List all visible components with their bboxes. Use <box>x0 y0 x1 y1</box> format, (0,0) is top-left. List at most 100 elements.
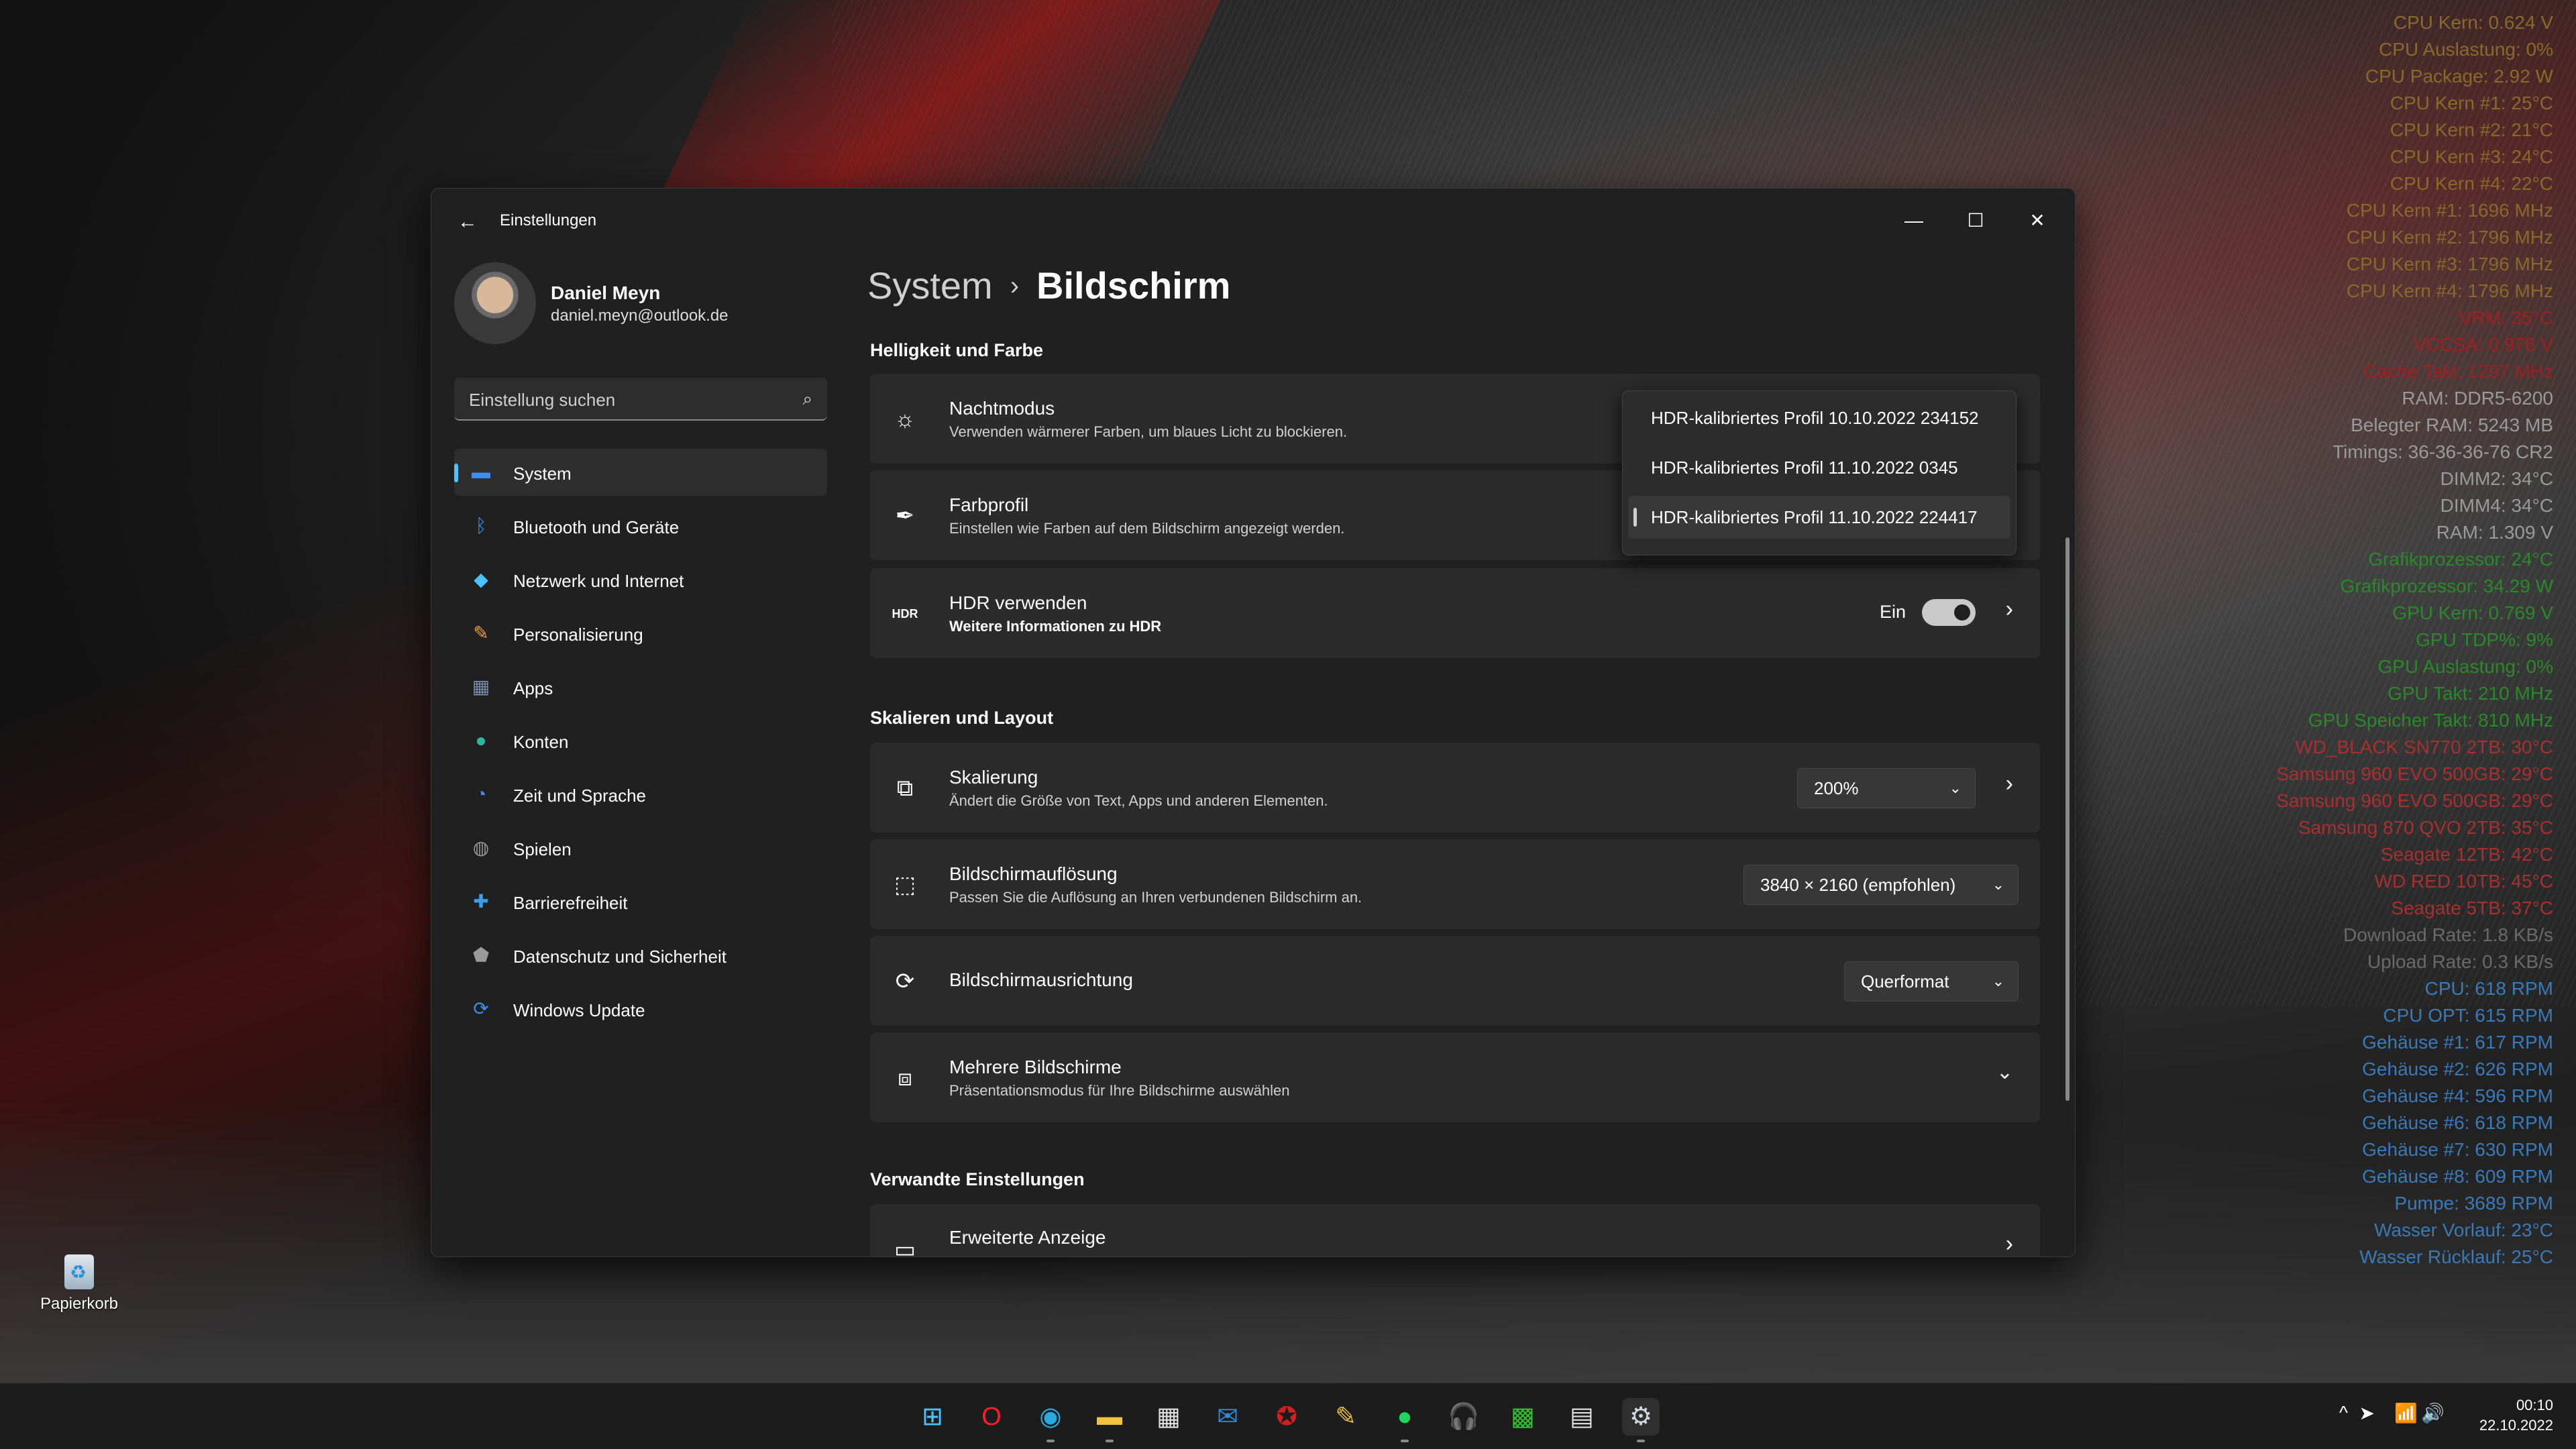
spotify-icon[interactable]: ● <box>1386 1398 1424 1442</box>
close-button[interactable]: ✕ <box>2008 201 2067 241</box>
user-email: daniel.meyn@outlook.de <box>551 307 729 325</box>
sidebar-item-label: Konten <box>513 732 569 752</box>
hdr-toggle[interactable] <box>1922 599 1976 626</box>
chevron-down-icon[interactable]: ⌄ <box>1996 1061 2013 1084</box>
store-icon[interactable]: ▦ <box>1150 1398 1187 1436</box>
hdr-info-link[interactable]: Weitere Informationen zu HDR <box>949 618 1161 635</box>
color-profile-subtitle: Einstellen wie Farben auf dem Bildschirm… <box>949 520 1345 537</box>
app-green-icon[interactable]: ▩ <box>1504 1398 1542 1436</box>
scaling-title: Skalierung <box>949 767 1038 788</box>
resolution-dropdown[interactable]: 3840 × 2160 (empfohlen) ⌄ <box>1743 865 2019 905</box>
multi-display-card[interactable]: ⧈ Mehrere Bildschirme Präsentationsmodus… <box>870 1032 2040 1122</box>
hdr-card[interactable]: HDR HDR verwenden Weitere Informationen … <box>870 568 2040 658</box>
hwmon-line: Samsung 870 QVO 2TB: 35°C <box>2298 817 2553 838</box>
title-bar[interactable]: ← Einstellungen — ☐ ✕ <box>431 189 2075 253</box>
recycle-bin-shortcut[interactable]: Papierkorb <box>35 1254 123 1313</box>
opera-icon[interactable]: O <box>973 1398 1010 1436</box>
page-title: Bildschirm <box>1036 264 1231 307</box>
settings-icon[interactable]: ⚙ <box>1622 1398 1660 1442</box>
running-indicator <box>1046 1440 1055 1442</box>
multi-display-subtitle: Präsentationsmodus für Ihre Bildschirme … <box>949 1082 1290 1099</box>
scale-icon: ⧉ <box>896 775 914 801</box>
clock[interactable]: 00:10 22.10.2022 <box>2479 1395 2553 1436</box>
hwmon-line: WD RED 10TB: 45°C <box>2374 871 2553 892</box>
app-title: Einstellungen <box>500 211 597 229</box>
sidebar-item-netzwerk-und-internet[interactable]: ◆ Netzwerk und Internet <box>454 556 827 603</box>
sidebar-item-label: Spielen <box>513 839 572 859</box>
bluetooth-icon: ᛒ <box>475 515 487 536</box>
search-icon: ⌕ <box>802 388 812 409</box>
color-profile-flyout: HDR-kalibriertes Profil 10.10.2022 23415… <box>1622 390 2017 555</box>
sidebar-item-spielen[interactable]: ◍ Spielen <box>454 824 827 871</box>
hwmon-line: Gehäuse #2: 626 RPM <box>2362 1059 2553 1079</box>
advanced-display-card[interactable]: ▭ Erweiterte Anzeige › <box>870 1204 2040 1257</box>
scrollbar[interactable] <box>2065 537 2070 1101</box>
search-input[interactable]: Einstellung suchen ⌕ <box>454 378 827 421</box>
multi-monitor-icon: ⧈ <box>898 1065 912 1091</box>
sidebar-item-zeit-und-sprache[interactable]: ◔ Zeit und Sprache <box>454 771 827 818</box>
multi-display-title: Mehrere Bildschirme <box>949 1057 1122 1077</box>
minimize-button[interactable]: — <box>1884 201 1943 241</box>
breadcrumb-separator-icon: › <box>1010 271 1020 301</box>
sidebar-item-konten[interactable]: ● Konten <box>454 717 827 764</box>
section-brightness-heading: Helligkeit und Farbe <box>870 340 1044 360</box>
volume-icon[interactable]: 🔊 <box>2421 1402 2445 1424</box>
hwmon-line: GPU Takt: 210 MHz <box>2387 683 2553 704</box>
monitor-app-icon[interactable]: ▤ <box>1563 1398 1601 1436</box>
app-red-icon[interactable]: ✪ <box>1268 1398 1305 1436</box>
sidebar-item-windows-update[interactable]: ⟳ Windows Update <box>454 985 827 1032</box>
edge-icon[interactable]: ◉ <box>1032 1398 1069 1442</box>
brightness-icon: ☼ <box>894 407 916 432</box>
orientation-dropdown[interactable]: Querformat ⌄ <box>1844 961 2019 1002</box>
app-yellow-icon[interactable]: ✎ <box>1327 1398 1364 1436</box>
maximize-button[interactable]: ☐ <box>1946 201 2005 241</box>
monitor-icon: ▭ <box>894 1237 916 1257</box>
hwmon-line: VCCSA: 0.976 V <box>2413 334 2553 355</box>
flyout-option-selected[interactable]: HDR-kalibriertes Profil 11.10.2022 22441… <box>1628 496 2010 539</box>
hwmon-line: Grafikprozessor: 24°C <box>2368 549 2553 570</box>
start-icon[interactable]: ⊞ <box>914 1398 951 1436</box>
section-scale-heading: Skalieren und Layout <box>870 708 1054 728</box>
hdr-state-label: Ein <box>1879 602 1906 622</box>
apps-icon: ▦ <box>472 676 490 697</box>
chevron-right-icon[interactable]: › <box>2006 1231 2013 1256</box>
orientation-card[interactable]: ⟳ Bildschirmausrichtung Querformat ⌄ <box>870 936 2040 1026</box>
sidebar-item-personalisierung[interactable]: ✎ Personalisierung <box>454 610 827 657</box>
back-button[interactable]: ← <box>454 209 481 235</box>
hwmon-line: Wasser Rücklauf: 25°C <box>2359 1246 2553 1267</box>
location-icon[interactable]: ➤ <box>2359 1402 2375 1424</box>
mail-icon[interactable]: ✉ <box>1209 1398 1246 1436</box>
scaling-dropdown[interactable]: 200% ⌄ <box>1797 768 1976 808</box>
hwmon-line: CPU Kern #1: 1696 MHz <box>2346 200 2553 221</box>
night-mode-title: Nachtmodus <box>949 398 1055 419</box>
resolution-icon: ⬚ <box>894 872 916 898</box>
explorer-icon[interactable]: ▬ <box>1091 1398 1128 1442</box>
sidebar-item-apps[interactable]: ▦ Apps <box>454 663 827 710</box>
hwmon-line: WD_BLACK SN770 2TB: 30°C <box>2295 737 2553 757</box>
breadcrumb-parent[interactable]: System <box>867 264 993 307</box>
scaling-subtitle: Ändert die Größe von Text, Apps und ande… <box>949 792 1328 809</box>
gamepad-icon: ◍ <box>472 837 490 858</box>
hwmon-line: Pumpe: 3689 RPM <box>2394 1193 2553 1214</box>
resolution-card[interactable]: ⬚ Bildschirmauflösung Passen Sie die Auf… <box>870 839 2040 929</box>
flyout-option[interactable]: HDR-kalibriertes Profil 10.10.2022 23415… <box>1628 396 2010 439</box>
headphones-icon[interactable]: 🎧 <box>1445 1398 1483 1436</box>
hwmon-line: Gehäuse #6: 618 RPM <box>2362 1112 2553 1133</box>
hwmon-line: CPU Kern #2: 1796 MHz <box>2346 227 2553 248</box>
sidebar-item-system[interactable]: ▬ System <box>454 449 827 496</box>
brush-icon: ✎ <box>473 623 489 643</box>
scaling-card[interactable]: ⧉ Skalierung Ändert die Größe von Text, … <box>870 743 2040 833</box>
hwmon-line: CPU Kern: 0.624 V <box>2393 12 2553 33</box>
hwmon-line: CPU Kern #3: 24°C <box>2390 146 2553 167</box>
sidebar-item-datenschutz-und-sicherheit[interactable]: ⬟ Datenschutz und Sicherheit <box>454 932 827 979</box>
hwmon-line: Gehäuse #1: 617 RPM <box>2362 1032 2553 1053</box>
tray-chevron-icon[interactable]: ^ <box>2339 1402 2348 1424</box>
sidebar-item-label: Personalisierung <box>513 625 643 645</box>
flyout-option[interactable]: HDR-kalibriertes Profil 11.10.2022 0345 <box>1628 446 2010 489</box>
sidebar-item-barrierefreiheit[interactable]: ✚ Barrierefreiheit <box>454 878 827 925</box>
chevron-right-icon[interactable]: › <box>2006 771 2013 797</box>
wifi-icon[interactable]: 📶 <box>2394 1402 2418 1424</box>
hwmon-line: CPU Kern #1: 25°C <box>2390 93 2553 113</box>
sidebar-item-bluetooth-und-geräte[interactable]: ᛒ Bluetooth und Geräte <box>454 502 827 549</box>
chevron-right-icon[interactable]: › <box>2006 596 2013 623</box>
